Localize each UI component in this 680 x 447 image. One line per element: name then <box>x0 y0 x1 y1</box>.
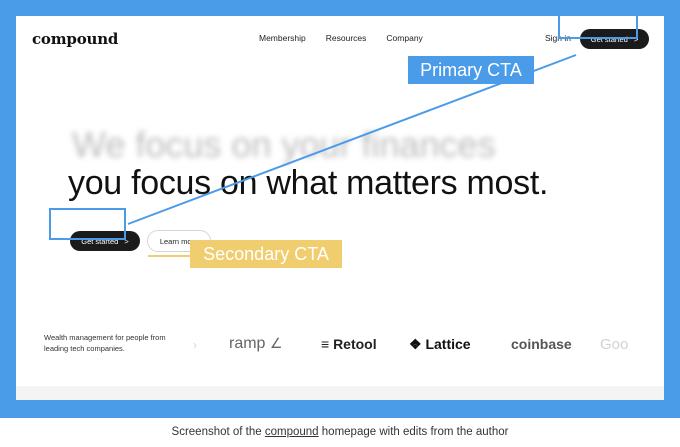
hero-headline: you focus on what matters most. <box>68 164 549 202</box>
primary-cta-highlight <box>558 7 638 39</box>
primary-cta-label: Primary CTA <box>408 56 534 84</box>
ramp-logo-text: ramp <box>229 335 266 352</box>
secondary-cta-label: Secondary CTA <box>190 240 342 268</box>
ramp-mark-icon: ∠ <box>269 335 283 351</box>
page-bottom-band <box>16 386 664 400</box>
caption-link[interactable]: compound <box>265 426 319 438</box>
compound-logo[interactable]: compound <box>32 30 118 48</box>
logos-tagline: Wealth management for people from leadin… <box>44 333 166 353</box>
lattice-mark-icon: ❖ <box>409 336 422 352</box>
hero-cta-highlight <box>49 208 126 240</box>
caption-prefix: Screenshot of the <box>171 426 265 438</box>
ramp-logo: ramp ∠ <box>229 335 282 353</box>
google-logo: Goo <box>600 336 629 353</box>
lattice-logo-text: Lattice <box>425 336 471 352</box>
coinbase-logo: coinbase <box>511 336 572 352</box>
retool-logo-text: Retool <box>333 336 377 352</box>
lattice-logo: ❖ Lattice <box>409 336 471 353</box>
blurred-headline: We focus on your finances <box>72 124 496 165</box>
figure-caption: Screenshot of the compound homepage with… <box>0 426 680 438</box>
nav-item-resources[interactable]: Resources <box>326 33 367 43</box>
retool-mark-icon: ≡ <box>321 336 330 352</box>
retool-logo: ≡ Retool <box>321 336 377 352</box>
nav-item-membership[interactable]: Membership <box>259 33 306 43</box>
faded-logo-icon: › <box>193 338 197 352</box>
caption-suffix: homepage with edits from the author <box>318 426 509 438</box>
nav-item-company[interactable]: Company <box>386 33 422 43</box>
main-nav: Membership Resources Company <box>259 33 423 43</box>
